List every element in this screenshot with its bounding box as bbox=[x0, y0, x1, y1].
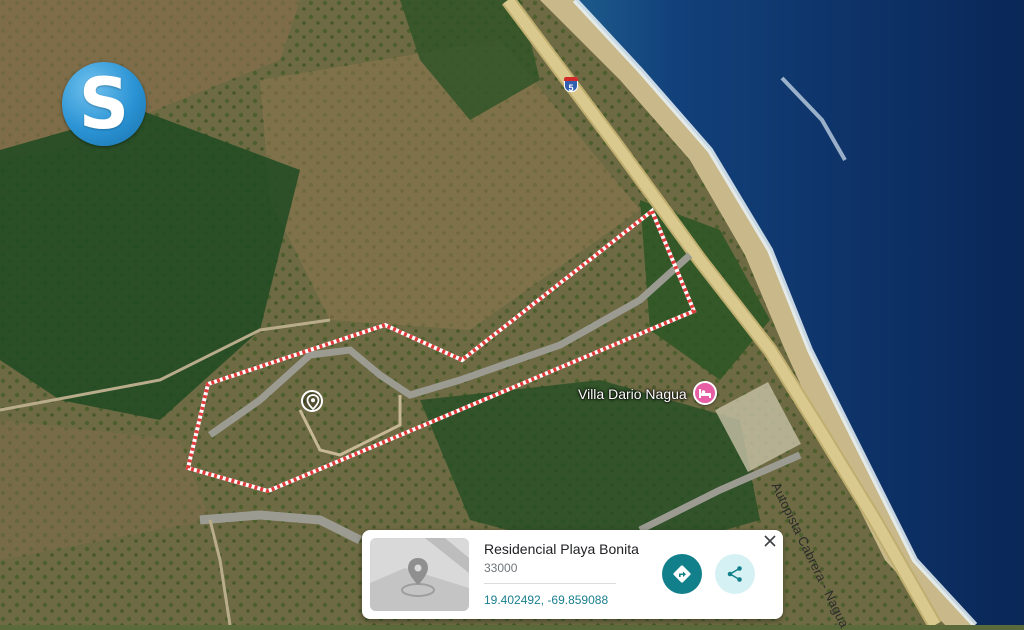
location-thumbnail-icon[interactable] bbox=[370, 538, 469, 611]
share-icon bbox=[727, 566, 742, 582]
directions-button[interactable] bbox=[662, 554, 702, 594]
place-name: Residencial Playa Bonita bbox=[484, 541, 639, 557]
place-info-card[interactable]: Residencial Playa Bonita 33000 19.402492… bbox=[362, 530, 783, 619]
location-pin-icon[interactable] bbox=[301, 390, 323, 412]
brand-logo-icon[interactable]: S bbox=[62, 62, 146, 146]
hotel-bed-icon[interactable] bbox=[693, 381, 717, 405]
place-label[interactable]: Villa Dario Nagua bbox=[578, 386, 687, 402]
brand-logo-letter: S bbox=[78, 63, 130, 145]
share-button[interactable] bbox=[715, 554, 755, 594]
highway-shield-icon: 5 bbox=[564, 77, 578, 93]
card-divider bbox=[484, 583, 616, 584]
postal-code: 33000 bbox=[484, 561, 518, 575]
close-button[interactable] bbox=[762, 533, 778, 549]
coordinates-link[interactable]: 19.402492, -69.859088 bbox=[484, 593, 608, 607]
directions-icon bbox=[673, 565, 691, 583]
close-icon bbox=[764, 535, 776, 547]
highway-shield-number: 5 bbox=[568, 83, 574, 93]
